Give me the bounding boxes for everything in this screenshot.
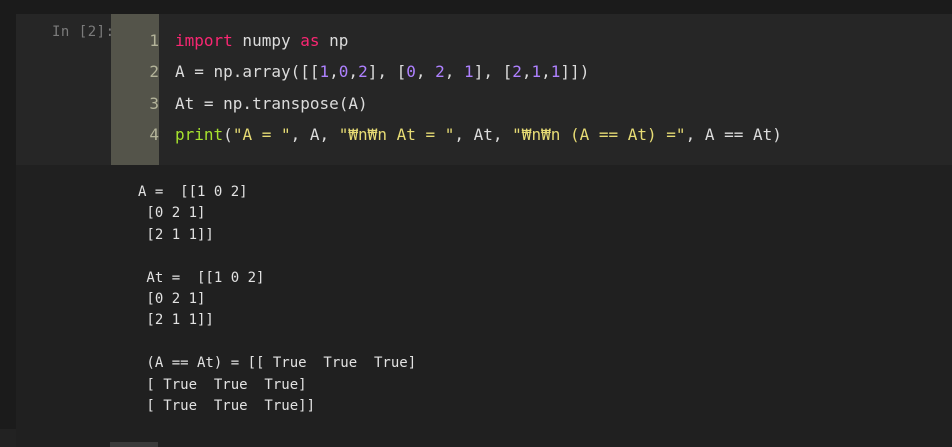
code-token: ], [: [367, 62, 407, 81]
code-token: "₩n₩n (A == At) =": [512, 125, 686, 144]
output-line: [2 1 1]]: [138, 312, 214, 329]
code-token: ,: [415, 62, 436, 81]
code-token: 1: [531, 62, 542, 81]
code-token: ,: [329, 62, 339, 81]
notebook-edge: [0, 429, 16, 447]
code-token: "₩n₩n At = ": [338, 125, 455, 144]
code-token: 2: [435, 62, 445, 81]
code-token: ]]): [560, 62, 590, 81]
horizontal-scrollbar[interactable]: [110, 442, 158, 447]
code-token: , A,: [290, 125, 339, 144]
cell-output: A = [[1 0 2] [0 2 1] [2 1 1]] At = [[1 0…: [138, 182, 416, 417]
code-line[interactable]: A = np.array([[1,0,2], [0, 2, 1], [2,1,1…: [175, 60, 589, 84]
code-line[interactable]: print("A = ", A, "₩n₩n At = ", At, "₩n₩n…: [175, 123, 782, 147]
output-line: At = [[1 0 2]: [138, 269, 265, 286]
input-prompt: In [2]:: [52, 24, 115, 40]
code-token: 2: [358, 62, 368, 81]
code-line[interactable]: At = np.transpose(A): [175, 92, 368, 116]
code-token: At = np.transpose(A): [175, 94, 368, 113]
code-token: A = np.array([[: [175, 62, 320, 81]
line-number: 1: [149, 31, 159, 50]
code-token: 0: [406, 62, 416, 81]
code-token: 0: [338, 62, 349, 81]
code-token: 2: [512, 62, 522, 81]
code-token: ,: [541, 62, 551, 81]
code-token: 1: [550, 62, 561, 81]
output-line: [ True True True]]: [138, 397, 316, 414]
code-token: print: [175, 125, 224, 144]
output-line: [0 2 1]: [138, 205, 206, 222]
code-token: np: [319, 31, 349, 50]
code-token: 1: [319, 62, 330, 81]
code-token: ,: [521, 62, 532, 81]
output-line: A = [[1 0 2]: [138, 184, 248, 200]
output-line: [2 1 1]]: [138, 226, 214, 243]
cell-input-area[interactable]: In [2]: 1 import numpy as np 2 A = np.array…: [16, 14, 952, 165]
code-token: 1: [464, 62, 474, 81]
code-token: ], [: [473, 62, 513, 81]
code-line[interactable]: import numpy as np: [175, 29, 348, 53]
output-line: (A == At) = [[ True True True]: [138, 355, 417, 372]
code-token: (: [223, 125, 233, 144]
line-number: 4: [149, 125, 159, 144]
code-cell[interactable]: In [2]: 1 import numpy as np 2 A = np.array…: [16, 14, 952, 447]
code-token: , At,: [454, 125, 513, 144]
code-token: "A = ": [232, 125, 291, 144]
line-number: 3: [149, 94, 159, 113]
code-token: numpy: [232, 31, 301, 50]
code-token: ,: [444, 62, 465, 81]
code-token: as: [300, 31, 320, 50]
code-token: , A == At): [685, 125, 782, 144]
line-number: 2: [149, 62, 159, 81]
code-token: import: [175, 31, 233, 50]
output-line: [0 2 1]: [138, 290, 206, 307]
code-token: ,: [348, 62, 359, 81]
output-line: [ True True True]: [138, 376, 307, 393]
